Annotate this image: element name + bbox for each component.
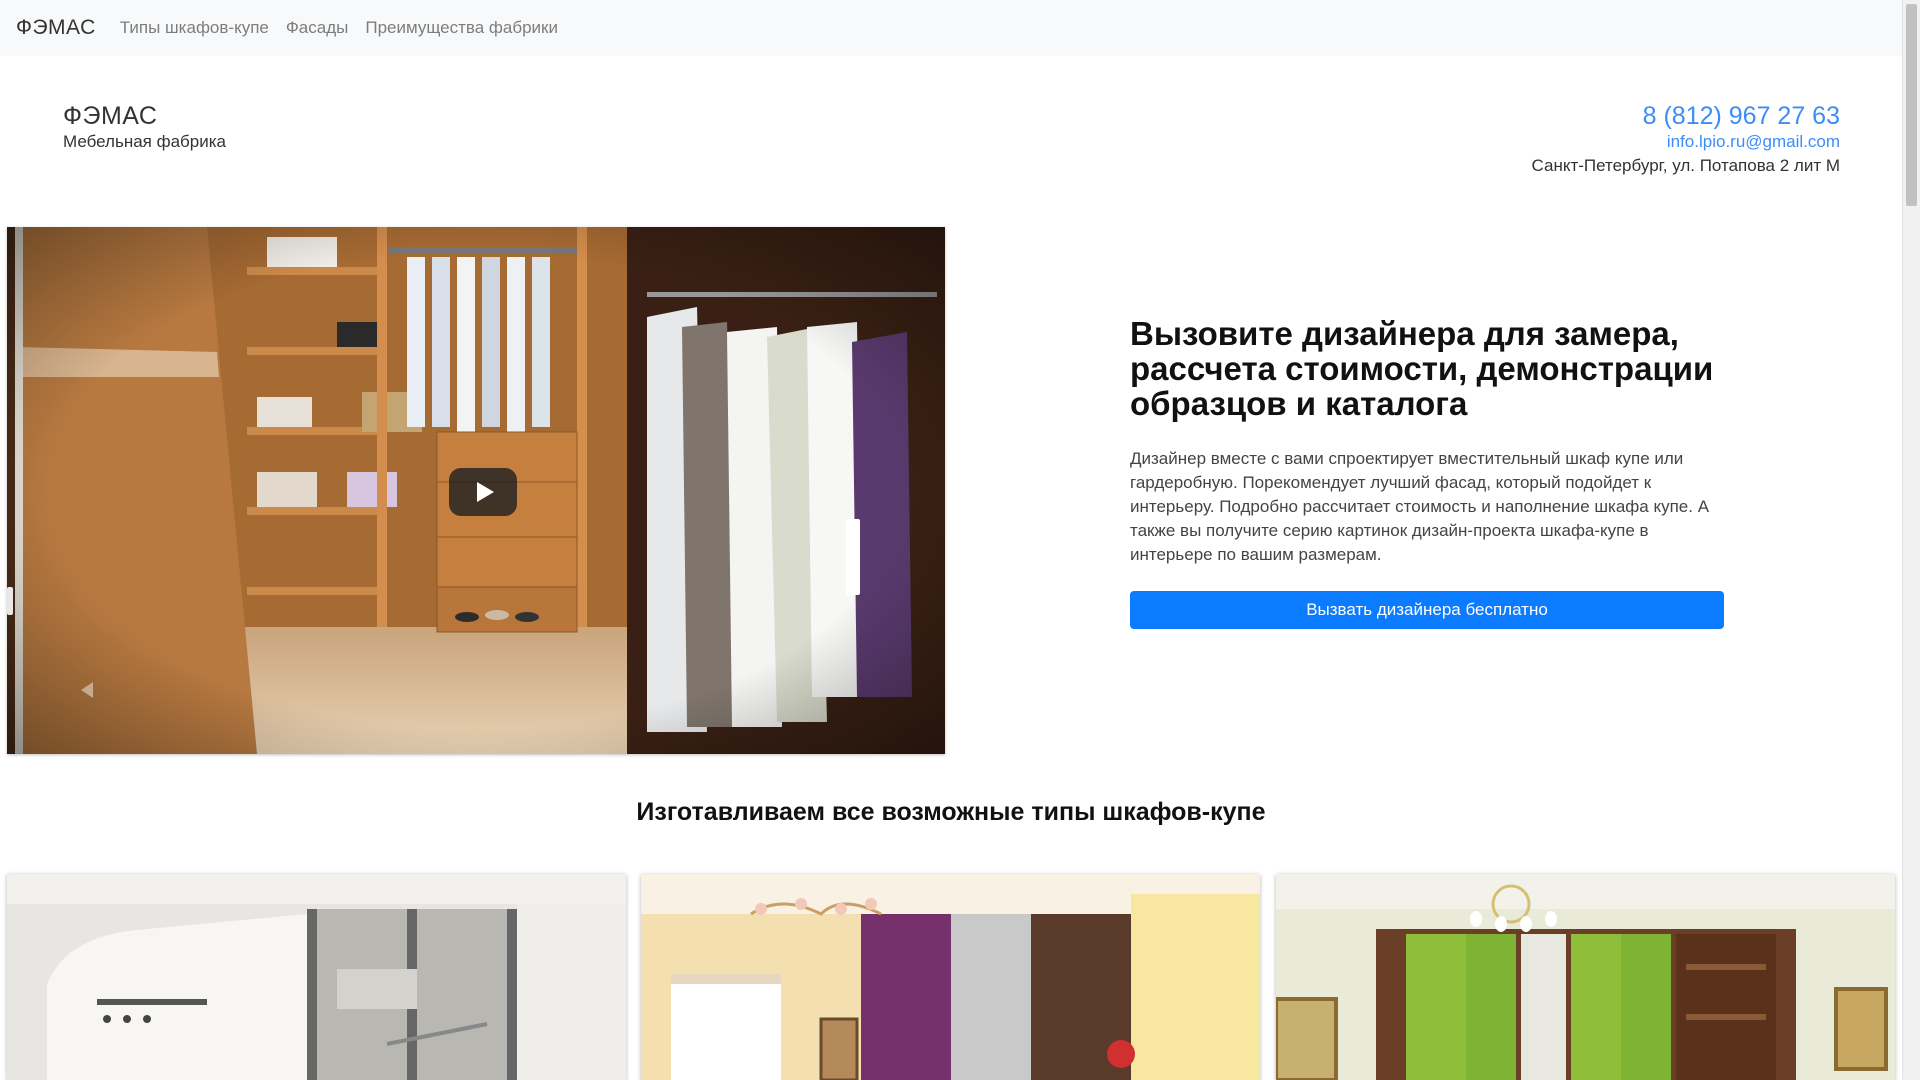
nav-link-facades[interactable]: Фасады — [286, 18, 348, 38]
wardrobe-video[interactable] — [7, 227, 945, 754]
wardrobe-card-2[interactable] — [641, 874, 1260, 1080]
contacts-block: 8 (812) 967 27 63 info.lpio.ru@gmail.com… — [1532, 101, 1840, 179]
address-text: Санкт-Петербург, ул. Потапова 2 лит М — [1531, 156, 1840, 175]
email-link[interactable]: info.lpio.ru@gmail.com — [1532, 131, 1840, 153]
scrollbar-thumb[interactable] — [1906, 4, 1917, 206]
company-name: ФЭМАС — [63, 102, 158, 130]
promo-text: Дизайнер вместе с вами спроектирует вмес… — [1130, 449, 1710, 564]
top-navbar: ФЭМАС Типы шкафов-купе Фасады Преимущест… — [0, 0, 1902, 56]
wardrobe-card-3[interactable] — [1276, 874, 1895, 1080]
wardrobe-image-1 — [7, 874, 626, 1080]
wardrobe-card-1[interactable] — [7, 874, 626, 1080]
chevron-left-icon[interactable] — [81, 682, 93, 698]
section-title: Изготавливаем все возможные типы шкафов-… — [636, 798, 1266, 826]
nav-link-wardrobe-types[interactable]: Типы шкафов-купе — [120, 18, 269, 38]
promo-block: Вызовите дизайнера для замера, рассчета … — [1130, 316, 1730, 629]
play-icon[interactable] — [449, 468, 517, 516]
company-tagline: Мебельная фабрика — [63, 132, 226, 151]
page-scrollbar[interactable] — [1902, 0, 1920, 1080]
call-designer-button[interactable]: Вызвать дизайнера бесплатно — [1130, 591, 1724, 629]
slider-handle-left[interactable] — [7, 587, 13, 615]
nav-link-advantages[interactable]: Преимущества фабрики — [365, 18, 558, 38]
navbar-brand[interactable]: ФЭМАС — [16, 16, 96, 40]
promo-heading: Вызовите дизайнера для замера, рассчета … — [1130, 315, 1714, 422]
phone-link[interactable]: 8 (812) 967 27 63 — [1532, 101, 1840, 131]
slider-handle-right[interactable] — [846, 519, 860, 595]
company-block: ФЭМАС Мебельная фабрика — [63, 101, 226, 153]
wardrobe-image-3 — [1276, 874, 1895, 1080]
wardrobe-image-2 — [641, 874, 1260, 1080]
